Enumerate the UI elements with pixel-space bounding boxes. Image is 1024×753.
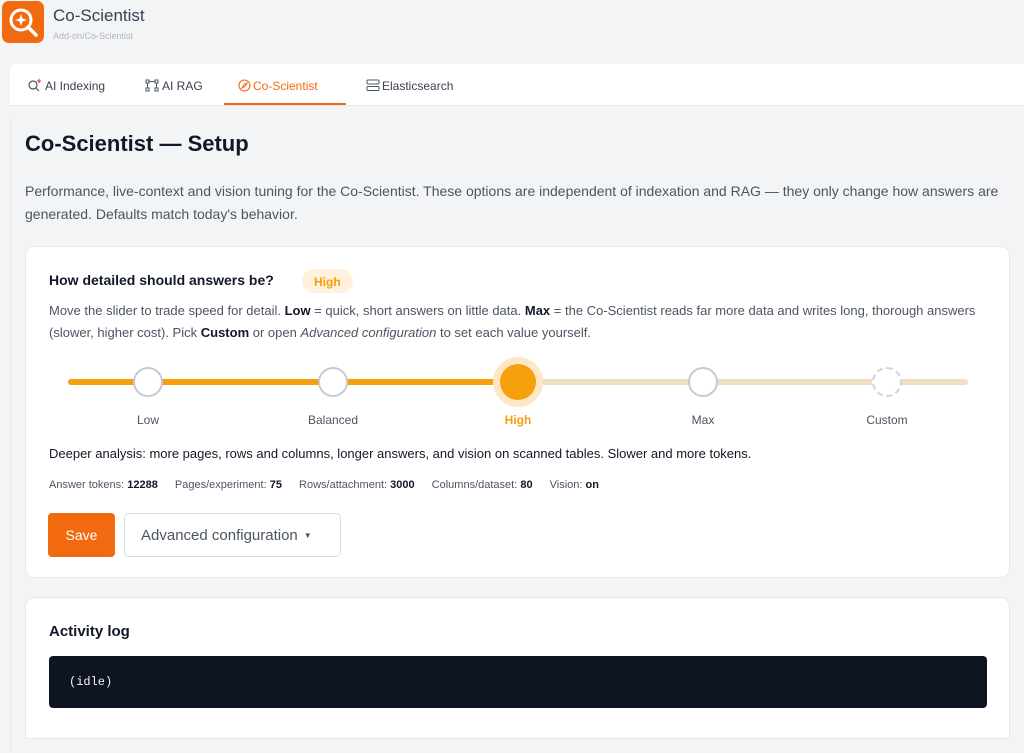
help-max-term: Max (524, 303, 551, 318)
tab-co-scientist[interactable]: Co-Scientist (224, 64, 346, 105)
breadcrumb: Add-on/Co-Scientist (53, 31, 134, 41)
level-summary: Deeper analysis: more pages, rows and co… (49, 446, 752, 461)
slider-stop-low[interactable] (133, 367, 163, 397)
stat-columns-per-dataset: Columns/dataset: 80 (432, 479, 533, 491)
compass-icon (238, 79, 251, 92)
tab-label: Co-Scientist (253, 79, 318, 93)
slider-label-balanced: Balanced (307, 413, 359, 427)
stat-rows-per-attachment: Rows/attachment: 3000 (299, 479, 415, 491)
stat-label: Vision: (549, 479, 583, 491)
search-sparkle-icon (28, 78, 42, 92)
stat-pages-per-experiment: Pages/experiment: 75 (175, 479, 282, 491)
advanced-configuration-label: Advanced configuration (141, 526, 298, 544)
app-header: Co-Scientist Add-on/Co-Scientist (0, 0, 1024, 50)
slider-help-text: Move the slider to trade speed for detai… (49, 300, 994, 344)
help-advanced-term: Advanced configuration (300, 325, 437, 340)
tab-label: AI Indexing (45, 79, 106, 93)
slider-stop-max[interactable] (688, 367, 718, 397)
tab-label: AI RAG (162, 79, 203, 93)
help-intro: Move the slider to trade speed for detai… (49, 303, 281, 318)
slider-label-high: High (504, 413, 532, 427)
stats-row: Answer tokens: 12288 Pages/experiment: 7… (49, 479, 613, 491)
app-logo (2, 1, 44, 43)
nodes-icon (145, 79, 159, 92)
stat-value: 80 (520, 479, 533, 491)
database-icon (366, 79, 380, 91)
help-or-open: or open (252, 325, 297, 340)
tab-ai-indexing[interactable]: AI Indexing (27, 64, 105, 105)
stat-value: on (585, 479, 599, 491)
tab-ai-rag[interactable]: AI RAG (145, 64, 203, 105)
stat-label: Pages/experiment: (174, 479, 267, 491)
slider-label-max: Max (691, 413, 715, 427)
slider-stop-custom[interactable] (872, 367, 902, 397)
stat-answer-tokens: Answer tokens: 12288 (49, 479, 158, 491)
stat-label: Rows/attachment: (299, 479, 388, 491)
detail-question-title: How detailed should answers be? (49, 272, 274, 288)
level-badge: High (302, 269, 353, 293)
help-low-term: Low (284, 303, 311, 318)
tab-bar: AI Indexing AI RAG Co-Scientist Elastics… (10, 64, 1024, 106)
page-description: Performance, live-context and vision tun… (25, 183, 999, 222)
caret-down-icon: ▼ (303, 530, 312, 540)
stat-value: 75 (269, 479, 282, 491)
app-title: Co-Scientist (53, 6, 145, 25)
slider-stop-balanced[interactable] (318, 367, 348, 397)
search-sparkle-icon (9, 8, 38, 37)
advanced-configuration-dropdown[interactable]: Advanced configuration ▼ (124, 513, 341, 557)
help-custom-term: Custom (200, 325, 250, 340)
tab-label: Elasticsearch (382, 79, 454, 93)
stat-label: Columns/dataset: (431, 479, 518, 491)
slider-stop-high[interactable] (500, 364, 536, 400)
activity-log-title: Activity log (49, 623, 130, 640)
detail-settings-card: How detailed should answers be? High Mov… (25, 246, 1010, 578)
stat-value: 12288 (127, 479, 158, 491)
page-title: Co-Scientist — Setup (25, 131, 249, 156)
slider-label-custom: Custom (866, 413, 908, 427)
stat-vision: Vision: on (550, 479, 599, 491)
save-button[interactable]: Save (48, 513, 115, 557)
activity-log-card: Activity log (idle) (25, 597, 1010, 739)
tab-elasticsearch[interactable]: Elasticsearch (366, 64, 453, 105)
help-low-text: = quick, short answers on little data. (314, 303, 522, 318)
help-outro: to set each value yourself. (439, 325, 591, 340)
stat-label: Answer tokens: (49, 479, 125, 491)
main-content: Co-Scientist — Setup Performance, live-c… (10, 118, 1024, 753)
stat-value: 3000 (390, 479, 415, 491)
slider-label-low: Low (136, 413, 159, 427)
activity-log-output: (idle) (49, 656, 987, 708)
